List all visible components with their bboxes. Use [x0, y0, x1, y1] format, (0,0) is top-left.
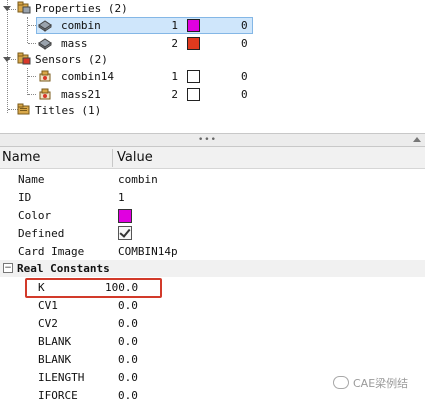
tree-item-label: mass — [61, 37, 88, 50]
property-label: Defined — [18, 227, 65, 240]
tree-folder-properties[interactable]: Properties (2) — [0, 0, 425, 17]
color-swatch[interactable] — [187, 70, 200, 83]
tree-item-count: 0 — [241, 70, 248, 83]
property-value[interactable]: 1 — [118, 191, 125, 204]
column-header-name[interactable]: Name — [2, 150, 40, 165]
titles-folder-icon — [17, 103, 31, 116]
section-label: Real Constants — [17, 262, 110, 275]
splitter-grip-icon[interactable]: ••• — [198, 136, 217, 145]
tree-folder-label: Properties (2) — [35, 2, 128, 15]
property-value[interactable]: 0.0 — [118, 317, 138, 330]
property-label: ID — [18, 191, 32, 204]
tree-item-mass21[interactable]: mass21 2 0 — [0, 86, 425, 103]
property-label: Name — [18, 173, 45, 186]
wechat-icon — [333, 376, 349, 389]
column-header-value[interactable]: Value — [117, 150, 153, 165]
property-value[interactable]: combin — [118, 173, 158, 186]
tree-item-count: 0 — [241, 19, 248, 32]
defined-checkbox[interactable] — [118, 226, 132, 240]
property-value[interactable]: 0.0 — [118, 389, 138, 402]
grid-header: Name Value — [0, 147, 425, 169]
property-value[interactable]: 0.0 — [118, 335, 138, 348]
constant-row-cv1[interactable]: CV1 0.0 — [0, 296, 425, 314]
properties-folder-icon — [17, 1, 31, 14]
property-value[interactable]: 0.0 — [118, 353, 138, 366]
watermark-text: CAE梁例结 — [353, 377, 409, 390]
color-swatch[interactable] — [118, 209, 132, 223]
property-label: BLANK — [38, 335, 72, 348]
sensors-folder-icon — [17, 52, 31, 65]
k-value-highlight-box — [25, 278, 162, 298]
property-value[interactable]: COMBIN14p — [118, 245, 178, 258]
tree-item-combin14[interactable]: combin14 1 0 — [0, 68, 425, 85]
collapse-icon[interactable]: − — [3, 263, 13, 273]
tree-item-label: combin — [61, 19, 101, 32]
watermark: CAE梁例结 — [333, 374, 425, 392]
property-label: IFORCE — [38, 389, 78, 402]
property-row-card-image[interactable]: Card Image COMBIN14p — [0, 242, 425, 260]
section-real-constants[interactable]: − Real Constants — [0, 260, 425, 277]
model-browser-tree: Properties (2) combin 1 0 mass 2 0 Senso… — [0, 0, 425, 133]
color-swatch[interactable] — [187, 37, 200, 50]
property-value[interactable]: 0.0 — [118, 371, 138, 384]
property-label: CV2 — [38, 317, 58, 330]
tree-item-id: 2 — [171, 88, 178, 101]
tree-folder-sensors[interactable]: Sensors (2) — [0, 51, 425, 68]
property-label: BLANK — [38, 353, 72, 366]
property-grid: Name Value Name combin ID 1 Color Define… — [0, 147, 425, 403]
tree-item-count: 0 — [241, 37, 248, 50]
property-item-icon — [38, 19, 52, 32]
tree-item-id: 1 — [171, 70, 178, 83]
property-label: CV1 — [38, 299, 58, 312]
scroll-up-arrow-icon[interactable] — [413, 137, 421, 142]
sensor-item-icon — [38, 70, 52, 83]
property-value[interactable]: 0.0 — [118, 299, 138, 312]
color-swatch[interactable] — [187, 88, 200, 101]
constant-row-blank[interactable]: BLANK 0.0 — [0, 350, 425, 368]
tree-item-label: combin14 — [61, 70, 114, 83]
property-label: Card Image — [18, 245, 85, 258]
tree-item-count: 0 — [241, 88, 248, 101]
property-row-defined[interactable]: Defined — [0, 224, 425, 242]
constant-row-cv2[interactable]: CV2 0.0 — [0, 314, 425, 332]
expand-arrow-icon[interactable] — [3, 6, 11, 11]
property-row-color[interactable]: Color — [0, 206, 425, 224]
panel-splitter[interactable]: ••• — [0, 133, 425, 147]
property-label: Color — [18, 209, 52, 222]
property-item-icon — [38, 37, 52, 50]
property-row-id[interactable]: ID 1 — [0, 188, 425, 206]
tree-item-id: 2 — [171, 37, 178, 50]
tree-folder-label: Sensors (2) — [35, 53, 108, 66]
property-label: ILENGTH — [38, 371, 85, 384]
expand-arrow-icon[interactable] — [3, 57, 11, 62]
tree-item-label: mass21 — [61, 88, 101, 101]
tree-item-combin[interactable]: combin 1 0 — [0, 17, 425, 34]
color-swatch[interactable] — [187, 19, 200, 32]
tree-folder-titles[interactable]: Titles (1) — [0, 102, 425, 119]
sensor-item-icon — [38, 88, 52, 101]
tree-item-mass[interactable]: mass 2 0 — [0, 35, 425, 52]
constant-row-blank[interactable]: BLANK 0.0 — [0, 332, 425, 350]
tree-folder-label: Titles (1) — [35, 104, 102, 117]
tree-item-id: 1 — [171, 19, 178, 32]
property-row-name[interactable]: Name combin — [0, 170, 425, 188]
column-divider[interactable] — [112, 149, 113, 167]
